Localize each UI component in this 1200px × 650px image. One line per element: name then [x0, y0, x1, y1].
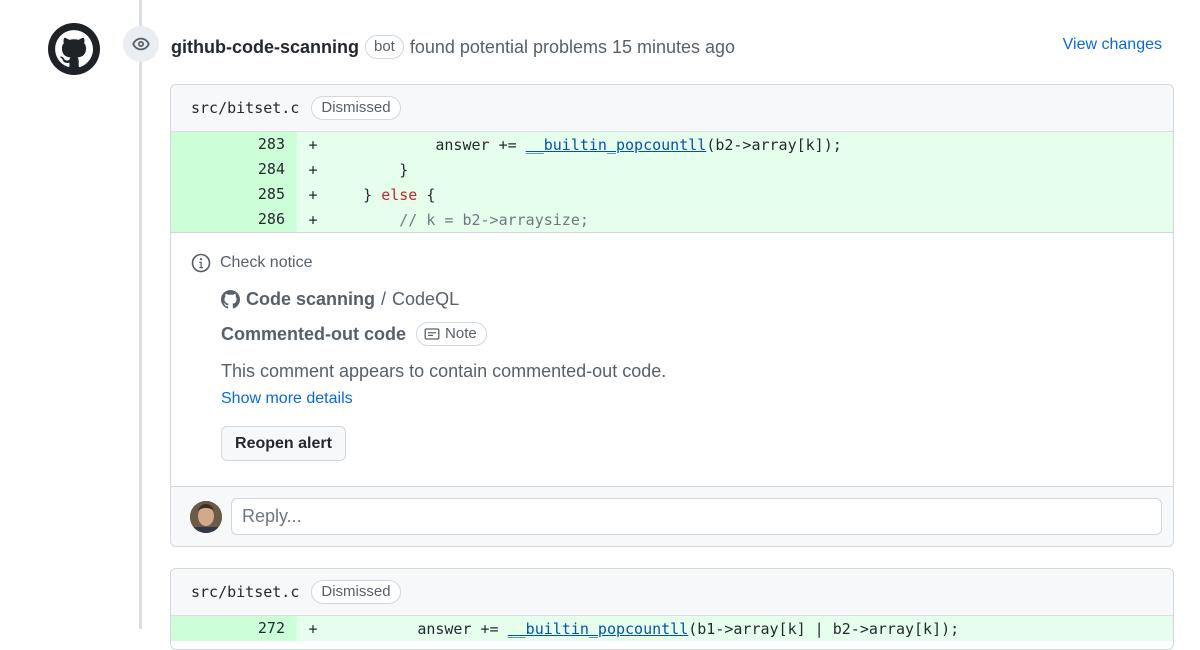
reply-input[interactable]: [231, 498, 1162, 535]
rule-title: Commented-out code: [221, 323, 407, 344]
severity-label: Note: [445, 325, 477, 342]
file-path[interactable]: src/bitset.c: [191, 99, 299, 117]
eye-icon: [132, 37, 150, 51]
view-changes-link[interactable]: View changes: [1063, 36, 1162, 54]
code-line: // k = b2->arraysize;: [327, 211, 589, 229]
github-mark-icon: [221, 290, 240, 309]
file-path[interactable]: src/bitset.c: [191, 583, 299, 601]
code-comment: // k = b2->arraysize;: [399, 210, 589, 229]
code-token: {: [417, 185, 436, 204]
alert-card-header: src/bitset.c Dismissed: [171, 85, 1173, 132]
code-keyword: else: [381, 185, 418, 204]
line-number[interactable]: 285: [171, 182, 297, 207]
code-line: } else {: [327, 186, 435, 204]
event-description: found potential problems 15 minutes ago: [409, 36, 736, 57]
check-notice-header: Check notice: [191, 253, 313, 273]
code-token: answer +=: [435, 135, 526, 154]
line-number[interactable]: 283: [171, 132, 297, 157]
code-token: }: [363, 185, 382, 204]
diff-line: 284 + }: [171, 157, 1173, 182]
alert-card: src/bitset.c Dismissed 272 + answer += __…: [170, 568, 1174, 650]
alert-card-header: src/bitset.c Dismissed: [171, 569, 1173, 616]
diff-line: 283 + answer += __builtin_popcountll(b2->…: [171, 132, 1173, 157]
note-icon: [424, 328, 440, 340]
diff-sign: +: [308, 135, 318, 154]
code-token: }: [399, 160, 409, 179]
tool-name: CodeQL: [392, 289, 460, 309]
reply-row: [171, 486, 1173, 546]
tool-label: Code scanning: [246, 289, 376, 309]
check-notice-panel: Check notice Code scanning / CodeQL Comm…: [171, 232, 1173, 488]
diff-line: 286 + // k = b2->arraysize;: [171, 207, 1173, 232]
info-icon: [191, 253, 211, 273]
bot-badge: bot: [365, 35, 404, 59]
timeline-line: [139, 0, 142, 629]
reopen-alert-button[interactable]: Reopen alert: [221, 426, 346, 461]
check-notice-label: Check notice: [220, 254, 313, 271]
tool-separator: /: [381, 289, 387, 309]
code-function: __builtin_popcountll: [525, 135, 707, 154]
status-badge: Dismissed: [311, 580, 401, 604]
diff-hunk: 283 + answer += __builtin_popcountll(b2->…: [171, 132, 1173, 232]
rule-line: Commented-out code Note: [221, 322, 487, 346]
diff-sign: +: [308, 210, 318, 229]
diff-sign: +: [308, 160, 318, 179]
alert-card: src/bitset.c Dismissed 283 + answer += __…: [170, 84, 1174, 547]
diff-line: 285 + } else {: [171, 182, 1173, 207]
avatar[interactable]: [190, 501, 222, 533]
github-octocat-icon: [48, 23, 100, 75]
status-badge: Dismissed: [311, 96, 401, 120]
severity-badge: Note: [416, 322, 487, 346]
line-number[interactable]: 284: [171, 157, 297, 182]
show-more-details-link[interactable]: Show more details: [221, 390, 353, 408]
diff-sign: +: [308, 185, 318, 204]
event-badge: [123, 26, 159, 62]
event-header: github-code-scanning bot found potential…: [171, 33, 735, 61]
alert-message: This comment appears to contain commente…: [221, 361, 667, 381]
author-name[interactable]: github-code-scanning: [171, 37, 359, 58]
code-token: (b2->array[k]);: [706, 135, 842, 154]
tool-line: Code scanning / CodeQL: [221, 289, 459, 310]
code-line: answer += __builtin_popcountll(b2->array…: [327, 135, 842, 154]
line-number[interactable]: 286: [171, 207, 297, 232]
author-avatar[interactable]: [48, 23, 100, 75]
user-avatar-image: [190, 501, 222, 533]
code-line: }: [327, 161, 408, 179]
